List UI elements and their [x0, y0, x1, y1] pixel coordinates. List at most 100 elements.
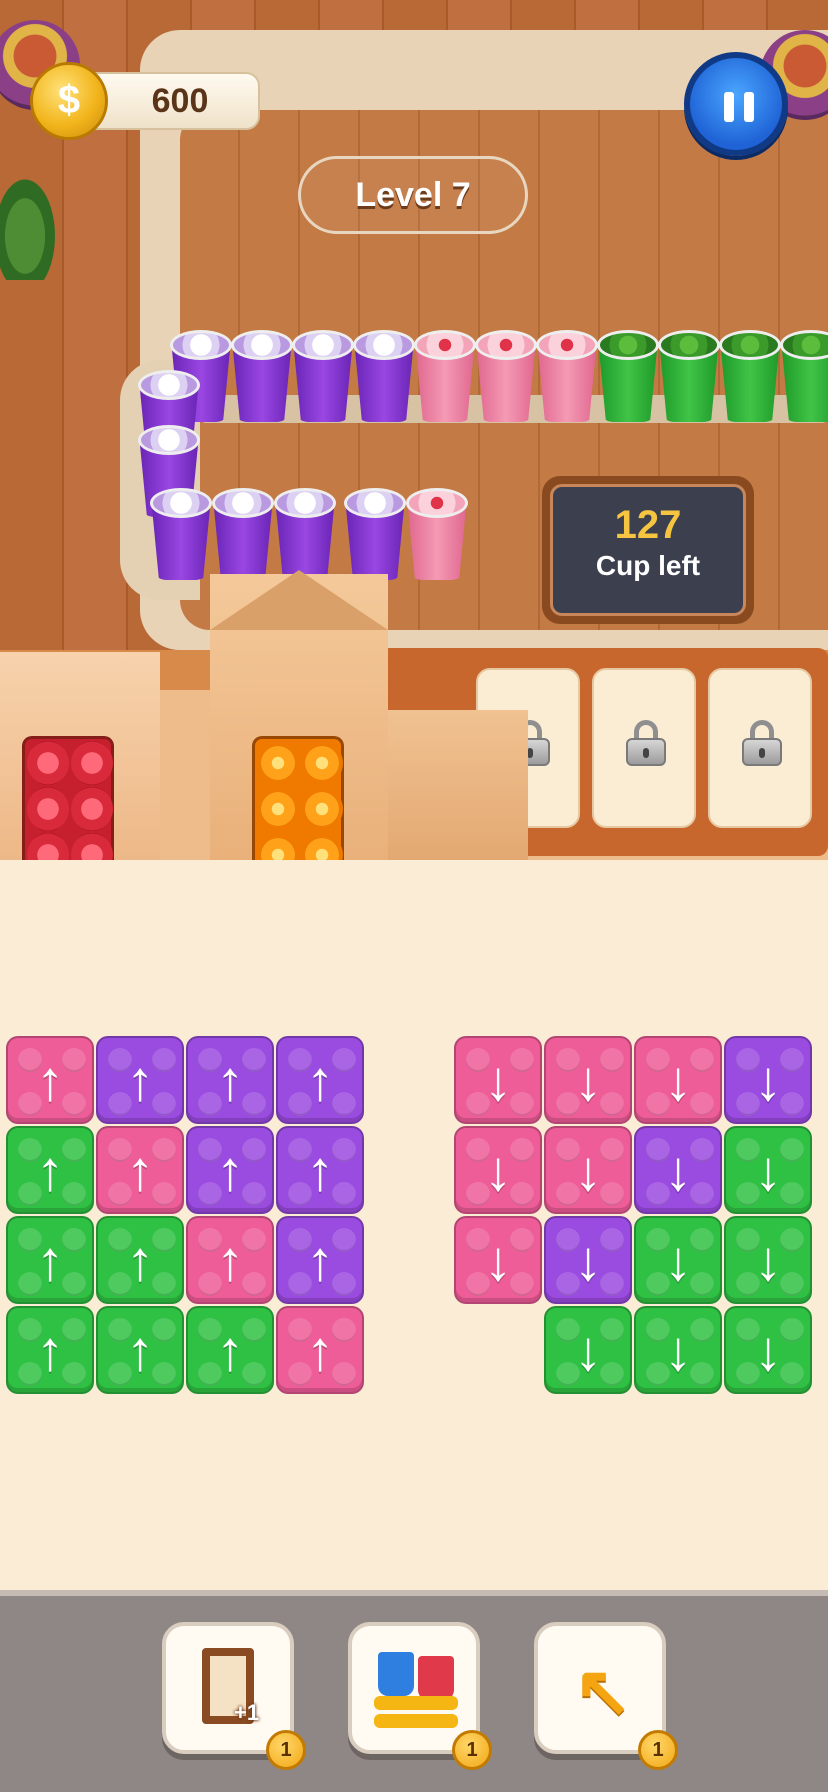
arrow-up-icon: ↑ — [126, 1139, 154, 1202]
green-arrow-tile[interactable]: ↓ — [724, 1306, 812, 1394]
cups-left-board: 127 Cup left — [542, 476, 754, 624]
orange-cup — [257, 787, 299, 831]
green-arrow-tile[interactable]: ↓ — [634, 1306, 722, 1394]
cup-lid — [292, 330, 354, 360]
green-arrow-tile[interactable]: ↑ — [6, 1306, 94, 1394]
arrow-up-icon: ↑ — [216, 1319, 244, 1382]
purple-arrow-tile[interactable]: ↑ — [276, 1036, 364, 1124]
pink-arrow-tile[interactable]: ↑ — [186, 1216, 274, 1304]
cup-lid — [274, 488, 336, 518]
pink-arrow-tile[interactable]: ↓ — [544, 1126, 632, 1214]
pink-arrow-tile[interactable]: ↓ — [454, 1036, 542, 1124]
plus-one-label: +1 — [234, 1700, 260, 1725]
green-arrow-tile[interactable]: ↓ — [634, 1216, 722, 1304]
purple-arrow-tile[interactable]: ↑ — [276, 1126, 364, 1214]
cup-lid — [719, 330, 781, 360]
pink-arrow-tile[interactable]: ↓ — [634, 1036, 722, 1124]
booster-count-badge: 1 — [452, 1730, 492, 1770]
locked-slot[interactable] — [708, 668, 812, 828]
lock-icon — [626, 720, 666, 766]
pause-icon — [744, 92, 754, 122]
cup-lid — [353, 330, 415, 360]
cardboard-box — [388, 710, 528, 862]
arrow-up-icon: ↑ — [306, 1319, 334, 1382]
plant-decoration — [0, 170, 60, 280]
purple-arrow-tile[interactable]: ↓ — [544, 1216, 632, 1304]
pause-icon — [724, 92, 734, 122]
pink-arrow-tile[interactable]: ↓ — [454, 1126, 542, 1214]
locked-slot[interactable] — [592, 668, 696, 828]
green-arrow-tile[interactable]: ↑ — [186, 1306, 274, 1394]
red-cup — [27, 787, 69, 831]
arrow-up-icon: ↑ — [126, 1049, 154, 1112]
arrow-down-icon: ↓ — [754, 1319, 782, 1382]
arrow-down-icon: ↓ — [574, 1139, 602, 1202]
pause-button[interactable] — [684, 52, 788, 156]
cup-lid — [212, 488, 274, 518]
arrow-down-icon: ↓ — [574, 1229, 602, 1292]
arrow-down-icon: ↓ — [484, 1139, 512, 1202]
arrow-down-icon: ↓ — [664, 1319, 692, 1382]
arrow-down-icon: ↓ — [664, 1229, 692, 1292]
booster-count-badge: 1 — [266, 1730, 306, 1770]
pink-arrow-tile[interactable]: ↑ — [276, 1306, 364, 1394]
green-arrow-tile[interactable]: ↓ — [544, 1306, 632, 1394]
green-arrow-tile[interactable]: ↓ — [724, 1126, 812, 1214]
purple-arrow-tile[interactable]: ↑ — [186, 1126, 274, 1214]
arrow-down-icon: ↓ — [754, 1229, 782, 1292]
arrow-down-icon: ↓ — [574, 1049, 602, 1112]
cup-lid — [138, 425, 200, 455]
arrow-down-icon: ↓ — [754, 1139, 782, 1202]
green-arrow-tile[interactable]: ↑ — [96, 1216, 184, 1304]
purple-arrow-tile[interactable]: ↓ — [724, 1036, 812, 1124]
cup-lid — [170, 330, 232, 360]
cup-lid — [344, 488, 406, 518]
cup-lid — [475, 330, 537, 360]
lock-icon — [742, 720, 782, 766]
arrow-down-icon: ↓ — [574, 1319, 602, 1382]
cup-lid — [406, 488, 468, 518]
cup-lid — [536, 330, 598, 360]
swap-cups-icon — [374, 1652, 458, 1732]
arrow-up-icon: ↑ — [306, 1049, 334, 1112]
booster-count-badge: 1 — [638, 1730, 678, 1770]
arrow-up-icon: ↑ — [36, 1319, 64, 1382]
purple-arrow-tile[interactable]: ↑ — [276, 1216, 364, 1304]
orange-cup — [257, 741, 299, 785]
arrow-down-icon: ↓ — [754, 1049, 782, 1112]
arrow-up-icon: ↑ — [36, 1139, 64, 1202]
cup-lid — [138, 370, 200, 400]
pink-arrow-tile[interactable]: ↓ — [544, 1036, 632, 1124]
arrow-up-icon: ↑ — [216, 1049, 244, 1112]
cup-lid — [414, 330, 476, 360]
arrow-up-icon: ↑ — [306, 1139, 334, 1202]
arrow-up-icon: ↑ — [126, 1229, 154, 1292]
cup-lid — [150, 488, 212, 518]
arrow-down-icon: ↓ — [484, 1229, 512, 1292]
green-arrow-tile[interactable]: ↑ — [6, 1126, 94, 1214]
coin-amount: 600 — [151, 82, 209, 120]
cups-left-label: Cup left — [595, 550, 701, 581]
pink-arrow-tile[interactable]: ↑ — [6, 1036, 94, 1124]
purple-arrow-tile[interactable]: ↑ — [186, 1036, 274, 1124]
green-arrow-tile[interactable]: ↑ — [6, 1216, 94, 1304]
green-arrow-tile[interactable]: ↑ — [96, 1306, 184, 1394]
orange-cup — [301, 787, 343, 831]
red-cup — [71, 787, 113, 831]
cup-lid — [658, 330, 720, 360]
arrow-down-icon: ↓ — [664, 1139, 692, 1202]
purple-arrow-tile[interactable]: ↓ — [634, 1126, 722, 1214]
coin-icon: $ — [30, 62, 108, 140]
arrow-up-icon: ↑ — [216, 1229, 244, 1292]
red-cup — [27, 741, 69, 785]
pink-arrow-tile[interactable]: ↑ — [96, 1126, 184, 1214]
cup-lid — [597, 330, 659, 360]
purple-arrow-tile[interactable]: ↑ — [96, 1036, 184, 1124]
pink-arrow-tile[interactable]: ↓ — [454, 1216, 542, 1304]
arrow-up-icon: ↑ — [36, 1229, 64, 1292]
level-indicator: Level 7 — [298, 156, 528, 234]
arrow-down-icon: ↓ — [484, 1049, 512, 1112]
arrow-down-icon: ↓ — [664, 1049, 692, 1112]
red-cup — [71, 741, 113, 785]
green-arrow-tile[interactable]: ↓ — [724, 1216, 812, 1304]
